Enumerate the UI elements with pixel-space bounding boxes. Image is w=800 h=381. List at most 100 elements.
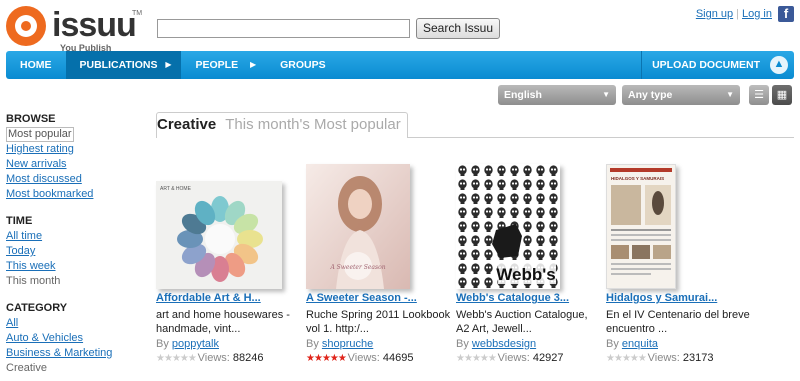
nav-publications-label: PUBLICATIONS (79, 59, 158, 71)
link-separator: | (736, 8, 740, 20)
browse-most-bookmarked[interactable]: Most bookmarked (6, 187, 126, 202)
browse-new-arrivals[interactable]: New arrivals (6, 157, 126, 172)
time-today[interactable]: Today (6, 244, 126, 259)
upload-icon: ▲ (770, 56, 788, 74)
views-label: Views: (347, 352, 380, 364)
author-link[interactable]: enquita (622, 338, 658, 350)
views-label: Views: (647, 352, 680, 364)
publication-title[interactable]: Hidalgos y Samurai... (606, 292, 717, 304)
time-this-week[interactable]: This week (6, 259, 126, 274)
by-label: By (156, 338, 169, 350)
by-label: By (456, 338, 469, 350)
star-icon: ★ (606, 353, 615, 364)
search-button[interactable]: Search Issuu (416, 18, 500, 39)
tab-most-popular[interactable]: This month's Most popular (225, 116, 400, 133)
publication-description: En el IV Centenario del breve encuentro … (606, 309, 750, 335)
rating-stars: ★★★★★ (306, 353, 348, 364)
nav-groups[interactable]: GROUPS (266, 51, 340, 79)
publication-cover[interactable]: ART & HOME (156, 181, 282, 289)
star-icon: ★ (456, 353, 465, 364)
views-label: Views: (197, 352, 230, 364)
cover-art: ART & HOME (156, 181, 282, 289)
logo-text: issuu (52, 6, 137, 44)
star-icon: ★ (629, 353, 639, 364)
rating-stars: ★★★★★ (156, 353, 198, 364)
star-icon: ★ (179, 353, 189, 364)
star-icon: ★ (306, 353, 315, 364)
browse-group: BROWSE Most popular Highest rating New a… (6, 113, 126, 202)
author-link[interactable]: poppytalk (172, 338, 219, 350)
browse-most-discussed[interactable]: Most discussed (6, 172, 126, 187)
list-view-icon: ☰ (754, 89, 764, 101)
facebook-icon[interactable]: f (778, 6, 794, 22)
author-link[interactable]: shopruche (322, 338, 373, 350)
publication-cover[interactable]: HIDALGOS Y SAMURAIS (606, 164, 676, 289)
nav-people[interactable]: PEOPLE ▶ (181, 51, 266, 79)
tab-divider (408, 137, 794, 138)
nav-home[interactable]: HOME (6, 51, 66, 79)
star-icon: ★ (471, 353, 481, 364)
type-select[interactable]: Any type ▼ (622, 85, 740, 105)
category-creative: Creative (6, 362, 47, 374)
language-select[interactable]: English ▼ (498, 85, 616, 105)
category-auto-vehicles[interactable]: Auto & Vehicles (6, 331, 126, 346)
time-this-month: This month (6, 275, 61, 287)
nav-publications[interactable]: PUBLICATIONS ▶ (65, 51, 182, 79)
browse-highest-rating[interactable]: Highest rating (6, 142, 126, 157)
signup-link[interactable]: Sign up (696, 8, 733, 20)
nav-people-label: PEOPLE (195, 59, 239, 71)
login-link[interactable]: Log in (742, 8, 772, 20)
logo-tm: TM (132, 10, 143, 17)
cover-text: A Sweeter Season (329, 264, 385, 271)
cover-art: HIDALGOS Y SAMURAIS (607, 165, 675, 288)
star-icon: ★ (329, 353, 339, 364)
cover-art: A Sweeter Season (306, 164, 410, 289)
time-all[interactable]: All time (6, 229, 126, 244)
publication-author: By shopruche (306, 338, 373, 350)
publication-cover[interactable]: Webb's (456, 164, 560, 289)
browse-most-popular[interactable]: Most popular (6, 127, 74, 142)
list-view-button[interactable]: ☰ (749, 85, 769, 105)
grid-view-button[interactable]: ▦ (772, 85, 792, 105)
star-icon: ★ (156, 353, 165, 364)
publication-title[interactable]: Webb's Catalogue 3... (456, 292, 569, 304)
publication-cover[interactable]: A Sweeter Season (306, 164, 410, 289)
author-link[interactable]: webbsdesign (472, 338, 536, 350)
chevron-down-icon: ▼ (726, 90, 734, 99)
publication-title[interactable]: A Sweeter Season -... (306, 292, 417, 304)
cover-text: ART & HOME (160, 186, 192, 192)
publication-author: By enquita (606, 338, 658, 350)
publication-stats: ★★★★★ Views: 23173 (606, 352, 713, 364)
cover-art: Webb's (456, 164, 560, 289)
publication-grid: ART & HOME Affordable Art & H... art and… (156, 146, 796, 381)
upload-label: UPLOAD DOCUMENT (652, 59, 760, 71)
publication-title[interactable]: Affordable Art & H... (156, 292, 261, 304)
section-tabs: Creative This month's Most popular (156, 112, 408, 138)
browse-heading: BROWSE (6, 113, 56, 125)
nav-arrow-icon: ▶ (165, 60, 172, 69)
issuu-logo[interactable]: issuu TM You Publish (6, 6, 156, 53)
publication-author: By poppytalk (156, 338, 219, 350)
cover-text: HIDALGOS Y SAMURAIS (611, 176, 664, 181)
chevron-down-icon: ▼ (602, 90, 610, 99)
star-icon: ★ (479, 353, 489, 364)
publication-description: art and home housewares - handmade, vint… (156, 309, 290, 335)
main-nav: HOME PUBLICATIONS ▶ PEOPLE ▶ GROUPS UPLO… (6, 51, 794, 79)
tab-creative[interactable]: Creative (157, 116, 216, 133)
language-value: English (504, 89, 542, 101)
category-business-marketing[interactable]: Business & Marketing (6, 346, 126, 361)
nav-arrow-icon: ▶ (249, 60, 257, 69)
publication-stats: ★★★★★ Views: 88246 (156, 352, 263, 364)
views-count: 23173 (682, 352, 714, 364)
search-input[interactable] (157, 19, 410, 38)
category-all[interactable]: All (6, 316, 126, 331)
category-group: CATEGORY All Auto & Vehicles Business & … (6, 302, 126, 376)
star-icon: ★ (637, 353, 647, 364)
publication-stats: ★★★★★ Views: 44695 (306, 352, 413, 364)
logo-mark-icon (6, 6, 46, 46)
star-icon: ★ (171, 353, 181, 364)
by-label: By (606, 338, 619, 350)
type-value: Any type (628, 89, 673, 101)
by-label: By (306, 338, 319, 350)
upload-document-button[interactable]: UPLOAD DOCUMENT ▲ (641, 51, 794, 79)
